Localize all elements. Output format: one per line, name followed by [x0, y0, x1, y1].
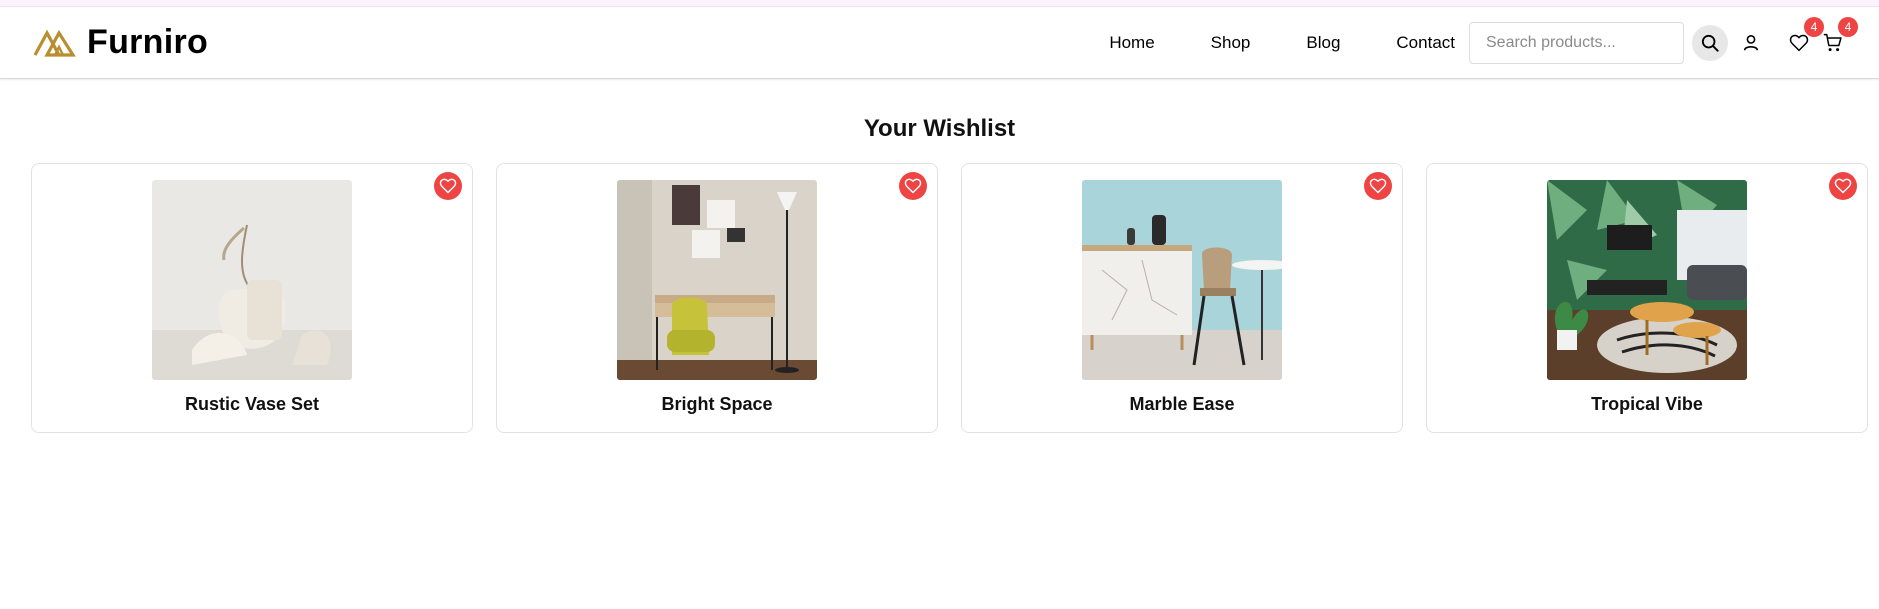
wishlist-card[interactable]: Marble Ease: [961, 163, 1403, 433]
product-name: Rustic Vase Set: [184, 394, 320, 414]
brand-logo[interactable]: Furniro: [33, 23, 208, 62]
wishlist-card[interactable]: Rustic Vase Set: [31, 163, 473, 433]
search-bar: [1469, 21, 1728, 64]
product-name: Bright Space: [661, 394, 773, 414]
product-name: Marble Ease: [1129, 394, 1235, 414]
cart-button[interactable]: 4: [1820, 16, 1858, 56]
wishlist-card[interactable]: Bright Space: [496, 163, 938, 433]
nav-home[interactable]: Home: [1081, 33, 1182, 53]
wishlist-page: Your Wishlist Rustic Vase Set Bright Spa…: [0, 115, 1879, 433]
nav-contact[interactable]: Contact: [1368, 33, 1469, 53]
search-icon: [1701, 34, 1719, 52]
nav-blog[interactable]: Blog: [1278, 33, 1368, 53]
product-image[interactable]: [1082, 180, 1282, 380]
account-button[interactable]: [1738, 30, 1764, 56]
search-button[interactable]: [1692, 24, 1728, 61]
nav-shop[interactable]: Shop: [1183, 33, 1279, 53]
remove-from-wishlist-button[interactable]: [434, 172, 462, 200]
remove-from-wishlist-button[interactable]: [1829, 172, 1857, 200]
top-strip: [0, 0, 1879, 7]
product-image[interactable]: [152, 180, 352, 380]
heart-icon: [904, 178, 922, 194]
wishlist-grid: Rustic Vase Set Bright Space Marble Ease…: [31, 163, 1868, 433]
cart-icon: [1823, 33, 1842, 51]
brand-name: Furniro: [87, 23, 209, 61]
wishlist-button[interactable]: 4: [1786, 16, 1824, 56]
product-image[interactable]: [617, 180, 817, 380]
product-name: Tropical Vibe: [1591, 394, 1703, 414]
vase-set-image: [152, 180, 352, 380]
remove-from-wishlist-button[interactable]: [1364, 172, 1392, 200]
heart-icon: [1789, 34, 1809, 51]
heart-icon: [1834, 178, 1852, 194]
furniro-logo-icon: [33, 29, 76, 57]
wishlist-card[interactable]: Tropical Vibe: [1426, 163, 1868, 433]
heart-icon: [439, 178, 457, 194]
search-input[interactable]: [1469, 21, 1684, 64]
cart-count-badge: 4: [1838, 16, 1858, 37]
marble-ease-image: [1082, 180, 1282, 380]
tropical-vibe-image: [1547, 180, 1747, 380]
product-image[interactable]: [1547, 180, 1747, 380]
bright-space-image: [617, 180, 817, 380]
main-nav: Home Shop Blog Contact 4: [1081, 16, 1858, 64]
site-header: Furniro Home Shop Blog Contact Search pr…: [0, 7, 1879, 79]
remove-from-wishlist-button[interactable]: [899, 172, 927, 200]
page-title: Your Wishlist: [863, 115, 1016, 142]
user-icon: [1743, 34, 1759, 50]
heart-icon: [1369, 178, 1387, 194]
